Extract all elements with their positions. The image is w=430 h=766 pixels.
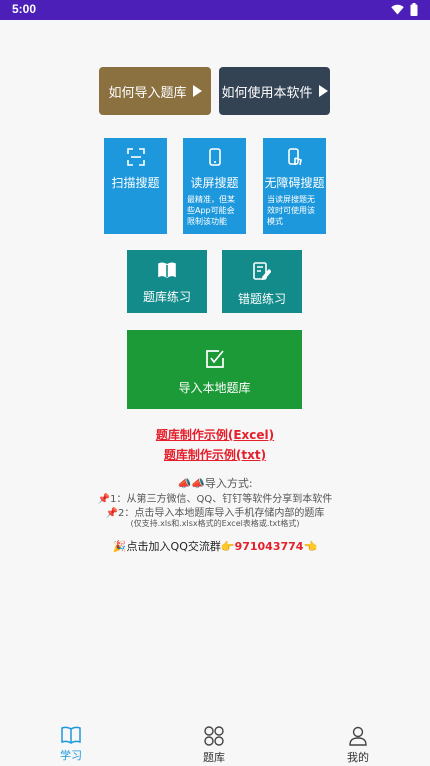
- nav-mine-tab[interactable]: 我的: [328, 720, 388, 765]
- play-icon: [192, 85, 202, 97]
- battery-icon: [410, 3, 418, 16]
- question-bank-practice-tile[interactable]: 题库练习: [127, 250, 207, 313]
- import-help-label: 如何导入题库: [108, 85, 187, 101]
- import-help-button[interactable]: 如何导入题库: [99, 67, 211, 115]
- import-method-2: 📌2：点击导入本地题库导入手机存储内部的题库: [105, 508, 325, 519]
- open-book-icon: [61, 726, 81, 744]
- scan-icon: [126, 148, 145, 166]
- accessibility-search-title: 无障碍搜题: [264, 176, 325, 190]
- nav-learn-label: 学习: [60, 749, 82, 762]
- question-bank-practice-title: 题库练习: [142, 290, 191, 304]
- wrong-question-practice-tile[interactable]: 错题练习: [222, 250, 302, 313]
- status-icons: [391, 3, 418, 16]
- nav-bank-tab[interactable]: 题库: [184, 720, 244, 765]
- edit-note-icon: [253, 262, 271, 280]
- grid-circles-icon: [204, 726, 224, 746]
- status-bar: 5:00: [0, 0, 430, 20]
- excel-example-link[interactable]: 题库制作示例(Excel): [0, 426, 430, 443]
- txt-example-link[interactable]: 题库制作示例(txt): [0, 446, 430, 463]
- qq-group-prefix: 🎉点击加入QQ交流群👉: [112, 540, 235, 553]
- wifi-icon: [391, 4, 404, 15]
- nav-bank-label: 题库: [203, 751, 225, 764]
- phone-icon: [208, 148, 221, 166]
- play-icon: [318, 85, 328, 97]
- usage-help-button[interactable]: 如何使用本软件: [219, 67, 330, 115]
- nav-learn-tab[interactable]: 学习: [41, 720, 101, 763]
- usage-help-label: 如何使用本软件: [221, 85, 313, 101]
- scan-search-tile[interactable]: 扫描搜题: [104, 138, 167, 234]
- nav-mine-label: 我的: [347, 751, 369, 764]
- import-local-bank-tile[interactable]: 导入本地题库: [127, 330, 302, 409]
- status-time: 5:00: [12, 2, 37, 16]
- user-icon: [349, 726, 367, 746]
- screen-read-search-tile[interactable]: 读屏搜题 最精准，但某些App可能会限制该功能: [183, 138, 246, 234]
- wrong-question-practice-title: 错题练习: [237, 292, 286, 306]
- import-method-1: 📌1：从第三方微信、QQ、钉钉等软件分享到本软件: [97, 494, 333, 505]
- screen-read-search-note: 最精准，但某些App可能会限制该功能: [187, 195, 235, 226]
- import-local-bank-title: 导入本地题库: [178, 381, 251, 395]
- checkbox-edit-icon: [205, 350, 224, 368]
- phone-touch-icon: [287, 148, 302, 166]
- import-format-note: (仅支持.xls和.xlsx格式的Excel表格或.txt格式): [130, 519, 300, 528]
- qq-group-suffix: 👈: [303, 540, 318, 553]
- book-icon: [158, 262, 176, 278]
- bottom-navigation: 学习 题库 我的: [0, 720, 430, 766]
- import-methods-heading: 📣📣导入方式:: [177, 477, 253, 490]
- qq-group-link[interactable]: 🎉点击加入QQ交流群👉971043774👈: [0, 538, 430, 554]
- qq-group-number: 971043774: [234, 540, 304, 553]
- accessibility-search-tile[interactable]: 无障碍搜题 当读屏搜题无效时可使用该模式: [263, 138, 326, 234]
- screen-read-search-title: 读屏搜题: [190, 176, 239, 190]
- accessibility-search-note: 当读屏搜题无效时可使用该模式: [267, 195, 315, 226]
- scan-search-title: 扫描搜题: [111, 176, 160, 190]
